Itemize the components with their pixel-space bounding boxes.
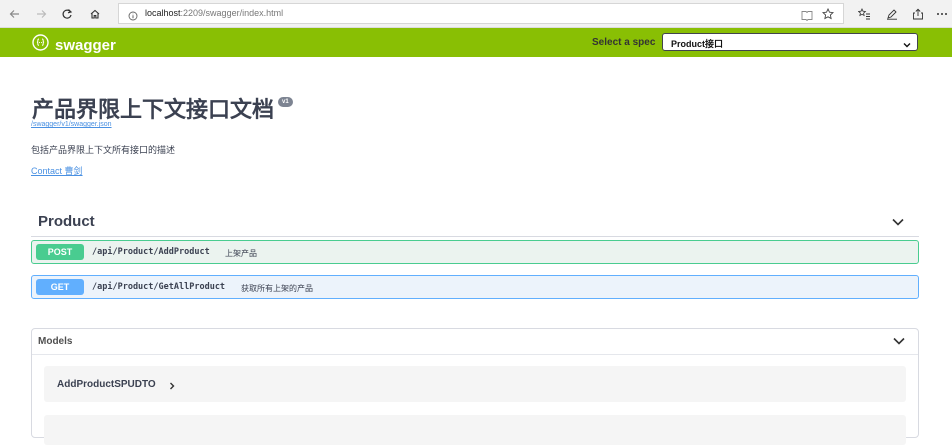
info-icon[interactable]	[128, 8, 138, 26]
chevron-right-icon[interactable]	[168, 378, 176, 396]
pen-icon[interactable]	[883, 5, 901, 23]
model-item[interactable]: AddProductSPUDTO	[44, 366, 906, 402]
operation-add-product[interactable]: POST /api/Product/AddProduct 上架产品	[31, 240, 919, 264]
refresh-icon[interactable]	[58, 5, 76, 23]
spec-selector-label: Select a spec	[592, 37, 656, 48]
favorite-star-icon[interactable]	[821, 7, 835, 25]
home-icon[interactable]	[86, 5, 104, 23]
spec-json-link[interactable]: /swagger/v1/swagger.json	[31, 121, 112, 128]
reading-view-icon[interactable]	[801, 8, 813, 26]
browser-chrome: localhost:2209/swagger/index.html	[0, 0, 952, 28]
operation-path: /api/Product/AddProduct	[92, 247, 210, 257]
contact-link[interactable]: Contact 曹剑	[31, 164, 83, 177]
swagger-logo[interactable]: swagger	[32, 34, 116, 56]
api-description: 包括产品界限上下文所有接口的描述	[31, 145, 176, 155]
favorites-bar-icon[interactable]	[855, 5, 873, 23]
api-title: 产品界限上下文接口文档	[32, 97, 275, 122]
swagger-logo-icon	[32, 34, 49, 56]
model-item-partial	[44, 415, 906, 445]
operation-summary: 获取所有上架的产品	[241, 284, 313, 293]
back-icon[interactable]	[6, 5, 24, 23]
models-title: Models	[38, 336, 73, 347]
chevron-down-icon[interactable]	[892, 334, 906, 352]
version-badge: v1	[278, 97, 293, 107]
tag-header-product[interactable]: Product	[31, 204, 919, 237]
forward-icon[interactable]	[32, 5, 50, 23]
models-header[interactable]: Models	[32, 329, 918, 355]
chevron-down-icon[interactable]	[891, 214, 905, 232]
swagger-topbar: swagger Select a spec Product接口	[0, 28, 952, 57]
brand-name: swagger	[55, 36, 116, 54]
operation-path: /api/Product/GetAllProduct	[92, 282, 226, 292]
operation-summary: 上架产品	[225, 249, 257, 258]
models-section: Models AddProductSPUDTO	[31, 328, 919, 445]
chevron-down-icon	[902, 37, 912, 55]
model-name: AddProductSPUDTO	[57, 379, 156, 390]
method-badge-get: GET	[36, 279, 84, 295]
share-icon[interactable]	[909, 5, 927, 23]
operation-get-all-product[interactable]: GET /api/Product/GetAllProduct 获取所有上架的产品	[31, 275, 919, 299]
spec-select-value: Product接口	[671, 39, 724, 49]
tag-name: Product	[38, 213, 95, 230]
address-bar[interactable]: localhost:2209/swagger/index.html	[118, 3, 844, 24]
method-badge-post: POST	[36, 244, 84, 260]
more-icon[interactable]	[933, 5, 951, 23]
page-title: 产品界限上下文接口文档 v1	[32, 92, 293, 124]
spec-select[interactable]: Product接口	[662, 33, 918, 51]
url-text: localhost:2209/swagger/index.html	[145, 8, 284, 18]
